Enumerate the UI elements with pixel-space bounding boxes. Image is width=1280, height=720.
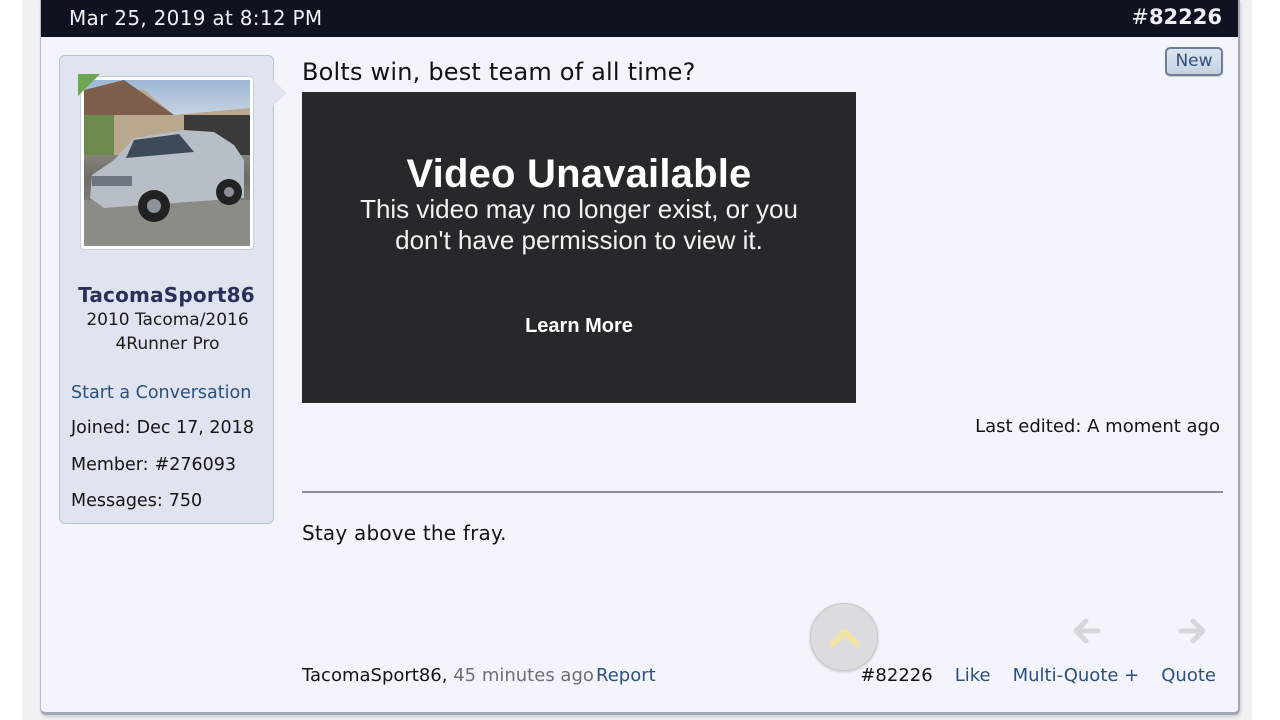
video-unavailable-title: Video Unavailable [406, 152, 752, 196]
stat-label: Member: [71, 455, 149, 475]
video-embed[interactable]: Video Unavailable This video may no long… [302, 92, 856, 403]
learn-more-link[interactable]: Learn More [302, 315, 856, 338]
avatar[interactable] [80, 76, 254, 250]
stat-value: #276093 [154, 455, 237, 475]
multi-quote-link[interactable]: Multi-Quote + [1013, 665, 1140, 686]
report-link[interactable]: Report [596, 665, 656, 686]
post-time[interactable]: 45 minutes ago [453, 665, 594, 686]
forum-post: Mar 25, 2019 at 8:12 PM #82226 TacomaSpo… [40, 0, 1240, 715]
stat-value: 750 [168, 491, 203, 511]
stat-label: Joined: [71, 418, 131, 438]
stat-label: Messages: [71, 491, 163, 511]
post-number: 82226 [1148, 5, 1222, 29]
user-card-pointer [273, 80, 287, 106]
truck-photo-icon [84, 80, 250, 246]
quote-link[interactable]: Quote [1161, 665, 1216, 686]
video-unavailable-message: This video may no longer exist, or you d… [360, 194, 798, 255]
stat-value: Dec 17, 2018 [136, 418, 254, 438]
post-header: Mar 25, 2019 at 8:12 PM #82226 [41, 0, 1238, 37]
post-title: Bolts win, best team of all time? [302, 58, 696, 86]
post-attribution: TacomaSport86, 45 minutes ago [302, 665, 594, 686]
page-margin-right [1252, 0, 1280, 720]
last-edited: Last edited: A moment ago [975, 416, 1220, 437]
post-permalink[interactable]: #82226 [1131, 5, 1222, 29]
chevron-up-icon [830, 629, 860, 647]
post-date[interactable]: Mar 25, 2019 at 8:12 PM [69, 6, 322, 30]
page-margin-left [0, 0, 22, 720]
user-card: TacomaSport86 2010 Tacoma/2016 4Runner P… [59, 55, 274, 524]
like-link[interactable]: Like [955, 665, 991, 686]
footer-post-number[interactable]: #82226 [860, 665, 932, 686]
scroll-to-top-button[interactable] [810, 603, 878, 671]
user-title: 2010 Tacoma/2016 4Runner Pro [86, 310, 249, 354]
username[interactable]: TacomaSport86 [60, 283, 273, 307]
start-conversation-link[interactable]: Start a Conversation [71, 383, 251, 403]
post-actions: #82226 Like Multi-Quote + Quote [838, 665, 1216, 686]
online-indicator-icon [78, 74, 100, 96]
stat-member: Member: #276093 [71, 455, 236, 475]
arrow-right-icon[interactable] [1177, 616, 1207, 646]
arrow-left-icon[interactable] [1072, 616, 1102, 646]
author-link[interactable]: TacomaSport86, [302, 665, 447, 686]
post-number-hash: # [1131, 5, 1149, 29]
stat-messages: Messages: 750 [71, 491, 202, 511]
signature-divider [302, 491, 1223, 493]
new-badge: New [1165, 47, 1223, 76]
signature: Stay above the fray. [302, 521, 507, 545]
stat-joined: Joined: Dec 17, 2018 [71, 418, 254, 438]
